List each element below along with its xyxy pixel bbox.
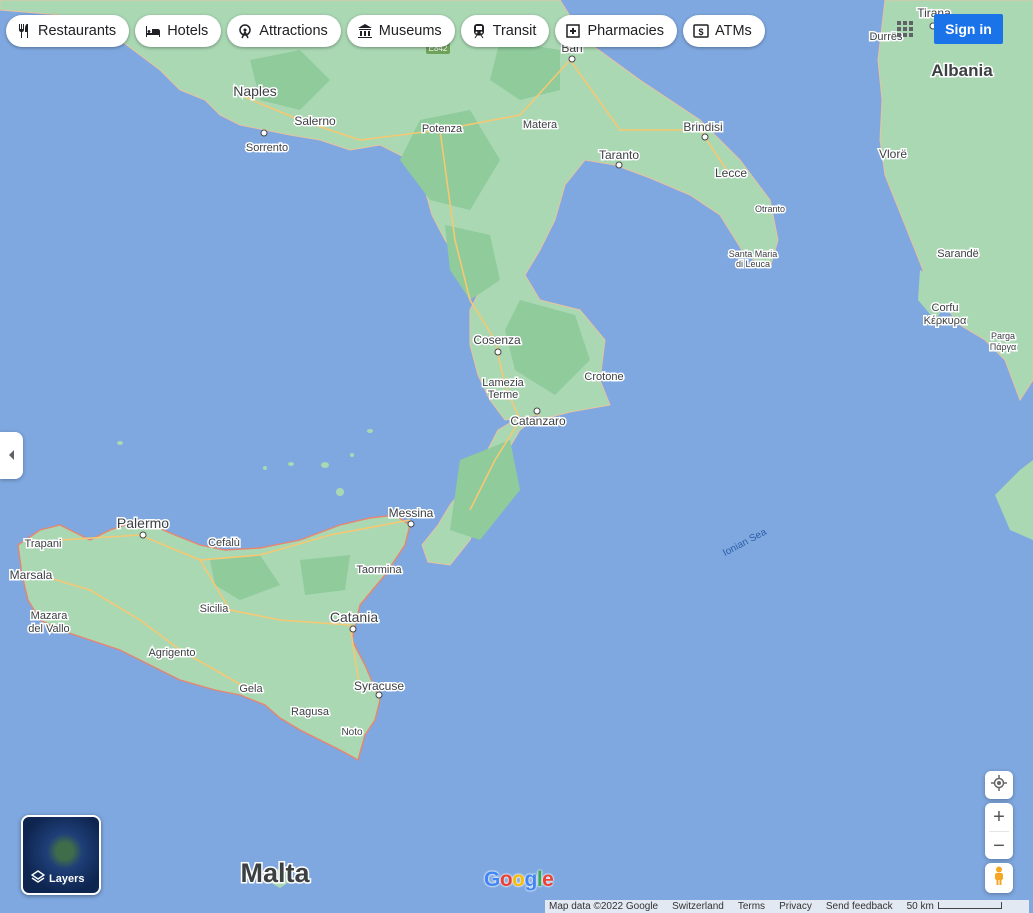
label-cefalu: Cefalù: [208, 537, 240, 549]
terms-link[interactable]: Terms: [738, 901, 765, 912]
label-brindisi: Brindisi: [683, 120, 722, 134]
ferris-wheel-icon: [237, 23, 253, 39]
label-cosenza: Cosenza: [473, 333, 521, 347]
label-ragusa: Ragusa: [291, 706, 330, 718]
scale-indicator[interactable]: 50 km: [907, 901, 1002, 912]
layers-button[interactable]: Layers: [21, 815, 101, 895]
privacy-link[interactable]: Privacy: [779, 901, 812, 912]
label-di-leuca: di Leuca: [736, 259, 770, 269]
label-lamezia: Lamezia: [482, 377, 524, 389]
label-santa-maria: Santa Maria: [729, 249, 778, 259]
map-canvas[interactable]: Tirana Durrës Bari Naples Salerno Sorren…: [0, 0, 1033, 913]
chip-label: ATMs: [715, 23, 752, 39]
caret-left-icon: [8, 447, 16, 465]
label-otranto: Otranto: [755, 204, 785, 214]
sign-in-button[interactable]: Sign in: [934, 14, 1003, 44]
chip-atms[interactable]: $ ATMs: [683, 15, 765, 47]
pegman-icon: [993, 866, 1005, 891]
pharmacy-icon: [565, 23, 581, 39]
label-agrigento: Agrigento: [148, 647, 195, 659]
label-gela: Gela: [239, 683, 263, 695]
label-palermo: Palermo: [117, 515, 169, 531]
label-catanzaro: Catanzaro: [510, 414, 566, 428]
chip-label: Museums: [378, 23, 442, 39]
label-sarande: Sarandë: [937, 248, 979, 260]
chip-restaurants[interactable]: Restaurants: [6, 15, 130, 47]
bed-icon: [145, 23, 161, 39]
label-crotone: Crotone: [584, 371, 623, 383]
label-trapani: Trapani: [25, 538, 62, 550]
zoom-controls: + −: [985, 803, 1013, 859]
my-location-button[interactable]: [985, 771, 1013, 799]
label-taormina: Taormina: [356, 564, 402, 576]
label-matera: Matera: [523, 119, 558, 131]
museum-icon: [357, 23, 373, 39]
svg-text:$: $: [698, 27, 703, 37]
label-sicilia: Sicilia: [200, 603, 230, 615]
atm-icon: $: [693, 23, 709, 39]
pegman-button[interactable]: [985, 863, 1013, 893]
layers-label: Layers: [49, 872, 85, 885]
zoom-in-button[interactable]: +: [985, 803, 1013, 831]
label-albania: Albania: [931, 61, 993, 80]
map-footer: Map data ©2022 Google Switzerland Terms …: [545, 900, 1029, 913]
scale-label: 50 km: [906, 901, 934, 912]
apps-grid-icon[interactable]: [895, 19, 915, 39]
chip-label: Transit: [492, 23, 537, 39]
label-taranto: Taranto: [599, 148, 639, 162]
label-corfu-gr: Κέρκυρα: [924, 315, 967, 327]
category-chips: Restaurants Hotels Attractions Museums T…: [6, 15, 765, 47]
send-feedback-link[interactable]: Send feedback: [826, 901, 893, 912]
google-logo: Google: [484, 868, 554, 891]
label-parga: Parga: [991, 331, 1015, 341]
label-mazara: Mazara: [31, 610, 69, 622]
label-marsala: Marsala: [10, 568, 53, 582]
label-malta: Malta: [240, 858, 310, 888]
chip-label: Pharmacies: [587, 23, 664, 39]
map-data-attribution: Map data ©2022 Google: [549, 901, 659, 912]
chip-pharmacies[interactable]: Pharmacies: [555, 15, 677, 47]
region-link[interactable]: Switzerland: [672, 901, 724, 912]
chip-hotels[interactable]: Hotels: [135, 15, 222, 47]
label-potenza: Potenza: [422, 123, 463, 135]
fork-knife-icon: [16, 23, 32, 39]
label-sorrento: Sorrento: [246, 142, 288, 154]
zoom-out-button[interactable]: −: [985, 832, 1013, 860]
chip-label: Hotels: [167, 23, 209, 39]
chip-museums[interactable]: Museums: [346, 15, 455, 47]
label-lecce: Lecce: [715, 166, 747, 180]
chip-label: Restaurants: [38, 23, 117, 39]
chip-label: Attractions: [259, 23, 328, 39]
label-del-vallo: del Vallo: [28, 623, 69, 635]
layers-icon: [30, 870, 46, 887]
label-noto: Noto: [341, 727, 363, 738]
chip-attractions[interactable]: Attractions: [227, 15, 341, 47]
train-icon: [471, 23, 487, 39]
label-naples: Naples: [233, 83, 277, 99]
location-target-icon: [991, 774, 1007, 796]
label-syracuse: Syracuse: [354, 679, 404, 693]
chip-transit[interactable]: Transit: [460, 15, 550, 47]
scale-bar: [937, 902, 1002, 909]
label-terme: Terme: [488, 389, 519, 401]
label-corfu: Corfu: [932, 302, 959, 314]
label-vlore: Vlorë: [879, 147, 907, 161]
collapse-panel-button[interactable]: [0, 432, 23, 479]
label-messina: Messina: [389, 506, 434, 520]
label-catania: Catania: [330, 609, 378, 625]
label-parga-gr: Πάργα: [990, 342, 1017, 352]
label-salerno: Salerno: [294, 114, 336, 128]
